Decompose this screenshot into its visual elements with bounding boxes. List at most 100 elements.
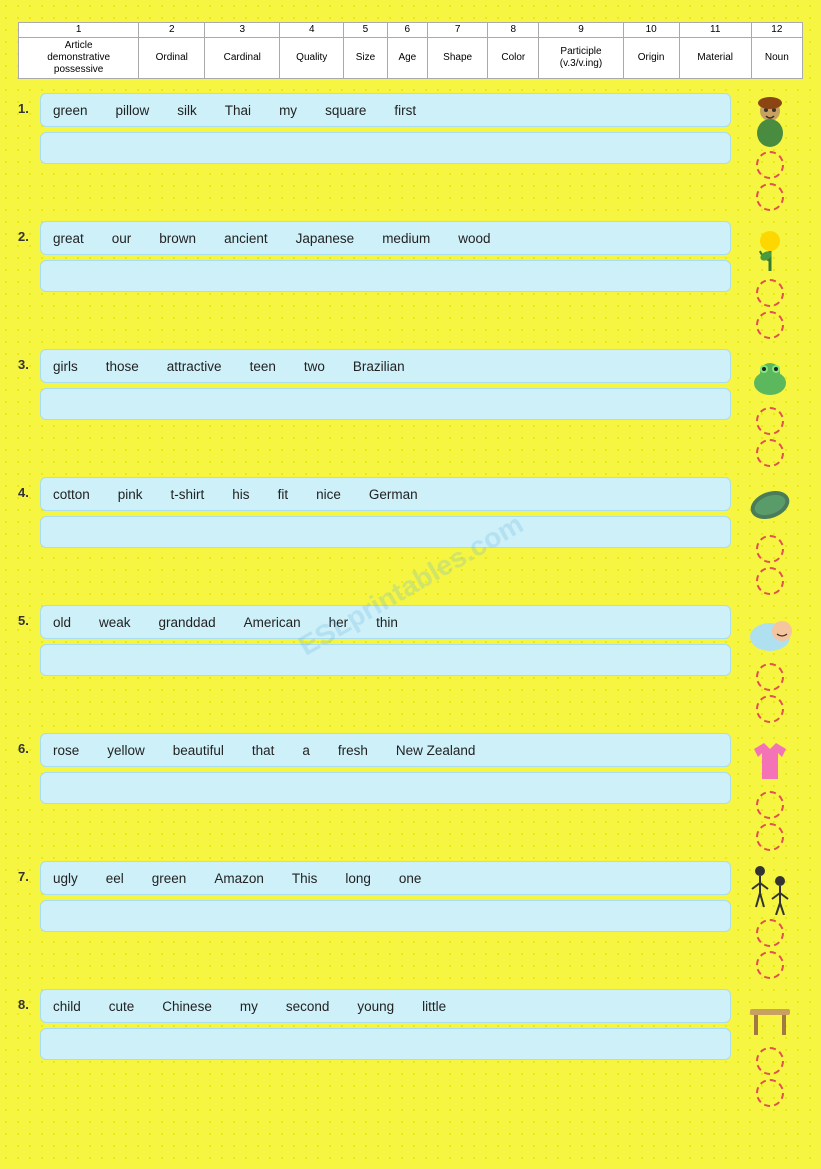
answer-circle-1 xyxy=(756,791,784,819)
answer-box[interactable] xyxy=(40,900,731,932)
word: nice xyxy=(316,487,341,502)
exercise-number: 8. xyxy=(18,989,40,1012)
words-box: cottonpinkt-shirthisfitniceGerman xyxy=(40,477,731,511)
exercise-section: 1.greenpillowsilkThaimysquarefirst xyxy=(18,93,803,211)
answer-circle-2 xyxy=(756,951,784,979)
words-box: greatourbrownancientJapanesemediumwood xyxy=(40,221,731,255)
word: This xyxy=(292,871,318,886)
exercise-content: childcuteChinesemysecondyounglittle xyxy=(40,989,731,1062)
header-col-num: 4 xyxy=(280,23,344,38)
word: cotton xyxy=(53,487,90,502)
word: second xyxy=(286,999,330,1014)
answer-circle-1 xyxy=(756,151,784,179)
header-col-num: 7 xyxy=(428,23,488,38)
clipart-image xyxy=(744,863,796,915)
word: cute xyxy=(109,999,135,1014)
answer-box[interactable] xyxy=(40,132,731,164)
exercise-content: cottonpinkt-shirthisfitniceGerman xyxy=(40,477,731,550)
exercise-section: 5.oldweakgranddadAmericanherthin xyxy=(18,605,803,723)
exercise-number: 7. xyxy=(18,861,40,884)
header-col-num: 8 xyxy=(488,23,539,38)
clipart-image xyxy=(744,607,796,659)
header-col-num: 9 xyxy=(539,23,623,38)
answer-box[interactable] xyxy=(40,1028,731,1060)
word: weak xyxy=(99,615,131,630)
words-box: childcuteChinesemysecondyounglittle xyxy=(40,989,731,1023)
header-col-num: 1 xyxy=(19,23,139,38)
answer-circle-2 xyxy=(756,439,784,467)
header-col-num: 6 xyxy=(387,23,427,38)
header-col-label: Participle (v.3/v.ing) xyxy=(539,38,623,79)
answer-box[interactable] xyxy=(40,516,731,548)
word: great xyxy=(53,231,84,246)
header-col-num: 2 xyxy=(139,23,205,38)
exercise-content: uglyeelgreenAmazonThislongone xyxy=(40,861,731,934)
word: a xyxy=(302,743,310,758)
exercise-number: 3. xyxy=(18,349,40,372)
word: Chinese xyxy=(162,999,212,1014)
header-col-label: Shape xyxy=(428,38,488,79)
word: my xyxy=(279,103,297,118)
word: Amazon xyxy=(214,871,264,886)
clipart-image xyxy=(744,479,796,531)
word: pillow xyxy=(116,103,150,118)
word: ancient xyxy=(224,231,268,246)
header-col-label: Article demonstrative possessive xyxy=(19,38,139,79)
header-col-label: Noun xyxy=(751,38,802,79)
clipart-image xyxy=(744,351,796,403)
word: rose xyxy=(53,743,79,758)
exercise-number: 4. xyxy=(18,477,40,500)
header-col-label: Quality xyxy=(280,38,344,79)
image-col xyxy=(731,221,803,339)
answer-circle-1 xyxy=(756,535,784,563)
exercise-row: 7.uglyeelgreenAmazonThislongone xyxy=(18,861,803,979)
exercise-row: 3.girlsthoseattractiveteentwoBrazilian xyxy=(18,349,803,467)
answer-box[interactable] xyxy=(40,644,731,676)
word: yellow xyxy=(107,743,145,758)
word: his xyxy=(232,487,249,502)
exercise-content: girlsthoseattractiveteentwoBrazilian xyxy=(40,349,731,422)
exercise-section: 3.girlsthoseattractiveteentwoBrazilian xyxy=(18,349,803,467)
word: t-shirt xyxy=(171,487,205,502)
answer-box[interactable] xyxy=(40,260,731,292)
header-col-label: Origin xyxy=(623,38,679,79)
exercise-row: 8.childcuteChinesemysecondyounglittle xyxy=(18,989,803,1107)
word: American xyxy=(244,615,301,630)
word: girls xyxy=(53,359,78,374)
answer-circle-2 xyxy=(756,1079,784,1107)
exercise-number: 1. xyxy=(18,93,40,116)
exercise-row: 4.cottonpinkt-shirthisfitniceGerman xyxy=(18,477,803,595)
header-col-num: 10 xyxy=(623,23,679,38)
words-box: girlsthoseattractiveteentwoBrazilian xyxy=(40,349,731,383)
answer-circle-2 xyxy=(756,311,784,339)
exercise-number: 6. xyxy=(18,733,40,756)
word: two xyxy=(304,359,325,374)
word: our xyxy=(112,231,132,246)
header-col-num: 5 xyxy=(344,23,387,38)
image-col xyxy=(731,861,803,979)
exercise-row: 5.oldweakgranddadAmericanherthin xyxy=(18,605,803,723)
exercise-number: 2. xyxy=(18,221,40,244)
word: one xyxy=(399,871,422,886)
exercise-number: 5. xyxy=(18,605,40,628)
answer-circle-2 xyxy=(756,567,784,595)
word: those xyxy=(106,359,139,374)
exercise-section: 6.roseyellowbeautifulthatafreshNew Zeala… xyxy=(18,733,803,851)
header-col-num: 11 xyxy=(679,23,751,38)
answer-box[interactable] xyxy=(40,772,731,804)
header-col-label: Age xyxy=(387,38,427,79)
word: fit xyxy=(278,487,289,502)
answer-box[interactable] xyxy=(40,388,731,420)
word: square xyxy=(325,103,366,118)
header-col-label: Ordinal xyxy=(139,38,205,79)
answer-circle-1 xyxy=(756,279,784,307)
exercise-section: 8.childcuteChinesemysecondyounglittle xyxy=(18,989,803,1107)
exercise-section: 2.greatourbrownancientJapanesemediumwood xyxy=(18,221,803,339)
word: Japanese xyxy=(296,231,355,246)
word: silk xyxy=(177,103,197,118)
word: my xyxy=(240,999,258,1014)
header-col-label: Material xyxy=(679,38,751,79)
image-col xyxy=(731,93,803,211)
clipart-image xyxy=(744,735,796,787)
word: granddad xyxy=(159,615,216,630)
